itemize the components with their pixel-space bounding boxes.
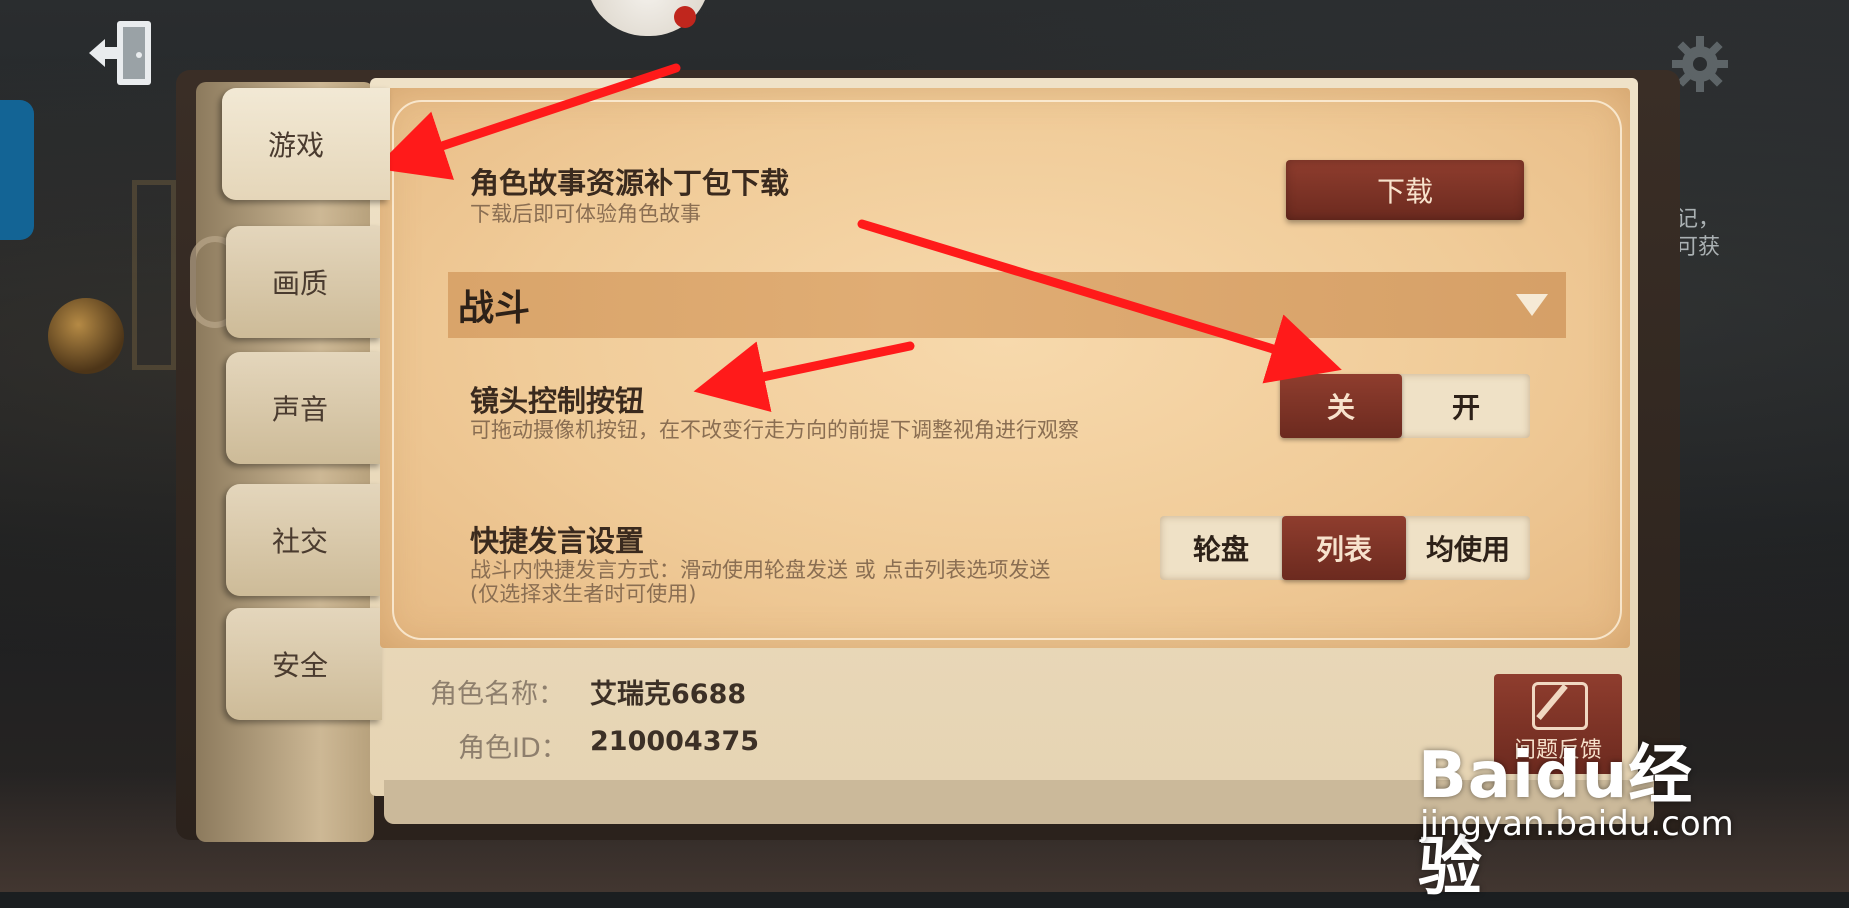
tab-sound[interactable]: 声音	[226, 352, 382, 464]
quick-chat-description-line1: 战斗内快捷发言方式：滑动使用轮盘发送 或 点击列表选项发送	[470, 558, 1051, 582]
tab-label: 社交	[272, 525, 329, 558]
wall-frame-decoration	[132, 180, 176, 370]
camera-control-title: 镜头控制按钮	[470, 384, 645, 418]
dropdown-triangle-icon	[1516, 294, 1548, 316]
quick-chat-both-option[interactable]: 均使用	[1406, 516, 1530, 580]
camera-control-toggle: 关 开	[1280, 374, 1530, 438]
tab-security[interactable]: 安全	[226, 608, 382, 720]
tab-social[interactable]: 社交	[226, 484, 382, 596]
tab-label: 声音	[272, 393, 329, 426]
quick-chat-description: 战斗内快捷发言方式：滑动使用轮盘发送 或 点击列表选项发送 (仅选择求生者时可使…	[470, 558, 1050, 606]
tab-label: 游戏	[268, 129, 325, 162]
camera-control-description: 可拖动摄像机按钮，在不改变行走方向的前提下调整视角进行观察	[470, 418, 1079, 442]
tab-game[interactable]: 游戏	[222, 88, 390, 200]
download-button[interactable]: 下载	[1286, 160, 1524, 220]
background-side-text: 记， 可获	[1676, 207, 1721, 260]
character-id-label: 角色ID：	[458, 733, 568, 764]
quick-chat-selector: 轮盘 列表 均使用	[1160, 516, 1530, 580]
quick-chat-wheel-option[interactable]: 轮盘	[1160, 516, 1282, 580]
exit-button[interactable]	[82, 10, 168, 96]
character-id-value: 210004375	[590, 726, 760, 757]
watermark-url: jingyan.baidu.com	[1420, 804, 1734, 844]
side-blue-panel	[0, 100, 34, 240]
quick-chat-description-line2: (仅选择求生者时可使用)	[470, 582, 697, 606]
quick-chat-list-option[interactable]: 列表	[1282, 516, 1406, 580]
section-title: 战斗	[458, 288, 531, 329]
feedback-pen-icon	[1532, 682, 1588, 730]
globe-decoration	[48, 298, 124, 374]
camera-control-off-option[interactable]: 关	[1280, 374, 1402, 438]
story-patch-title: 角色故事资源补丁包下载	[470, 166, 790, 200]
tab-label: 画质	[272, 267, 329, 300]
tab-graphics[interactable]: 画质	[226, 226, 382, 338]
combat-section-header[interactable]: 战斗	[448, 272, 1566, 338]
baidu-watermark: Baidu经验 jingyan.baidu.com	[1418, 724, 1748, 905]
character-name-value: 艾瑞克6688	[590, 679, 747, 710]
camera-control-on-option[interactable]: 开	[1402, 374, 1530, 438]
quick-chat-title: 快捷发言设置	[470, 524, 645, 558]
character-name-label: 角色名称：	[430, 679, 565, 710]
exit-icon	[89, 21, 151, 85]
story-patch-description: 下载后即可体验角色故事	[470, 202, 701, 226]
tab-label: 安全	[272, 649, 329, 682]
